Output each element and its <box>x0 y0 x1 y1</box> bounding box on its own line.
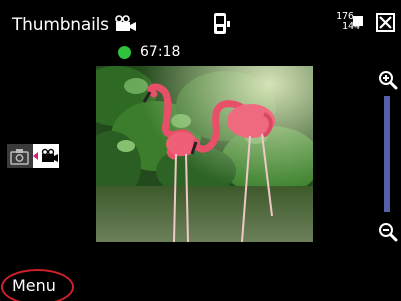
recording-status: 67:18 <box>118 44 180 60</box>
phone-storage-icon[interactable] <box>212 12 234 36</box>
zoom-slider[interactable] <box>384 96 390 212</box>
status-indicator-icon <box>118 45 131 59</box>
capture-mode-switch[interactable] <box>7 144 59 168</box>
camera-screen: Thumbnails 176 144 67:18 Menu <box>0 0 401 301</box>
thumbnail-preview[interactable] <box>96 66 313 242</box>
zoom-in-icon[interactable] <box>378 70 398 90</box>
zoom-out-icon[interactable] <box>378 222 398 242</box>
resolution-indicator[interactable]: 176 144 <box>336 12 366 34</box>
sunlight <box>96 66 313 242</box>
video-camera-icon[interactable] <box>114 15 138 33</box>
remaining-time: 67:18 <box>140 44 181 60</box>
close-icon <box>379 16 392 29</box>
mode-switch-graphic <box>7 144 59 168</box>
close-button[interactable] <box>376 13 395 32</box>
menu-highlight-ring <box>1 269 74 301</box>
resolution-frame-icon <box>353 16 363 26</box>
page-title: Thumbnails <box>12 15 109 35</box>
